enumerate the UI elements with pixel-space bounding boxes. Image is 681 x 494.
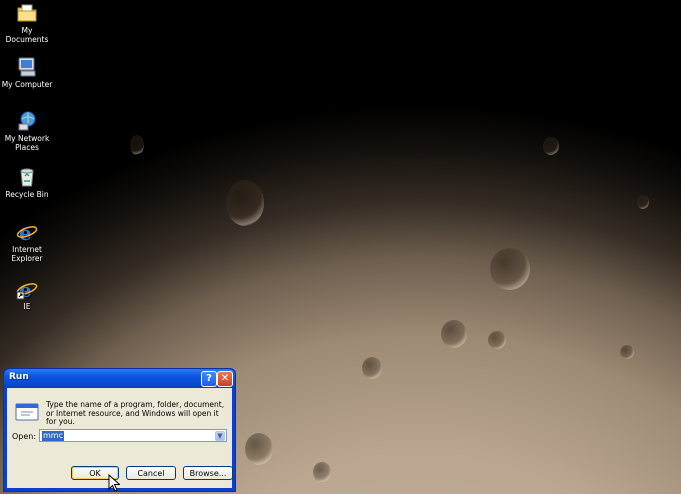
desktop-icon-label: My Documents <box>5 26 49 44</box>
network-places-icon <box>18 111 36 131</box>
open-combobox[interactable]: mmc ▼ <box>39 429 227 442</box>
desktop-icon-internet-explorer[interactable]: e Internet Explorer <box>0 221 55 263</box>
desktop-icon-label: Places <box>15 143 39 152</box>
run-program-icon <box>15 403 39 421</box>
cancel-button[interactable]: Cancel <box>126 466 176 480</box>
run-dialog-body: Type the name of a program, folder, docu… <box>7 388 233 488</box>
ie-shortcut-icon: e <box>16 278 38 300</box>
svg-text:e: e <box>19 221 32 243</box>
desktop-icon-my-computer[interactable]: My Computer <box>0 56 55 89</box>
recycle-bin-icon <box>20 168 34 187</box>
folder-documents-icon <box>17 4 37 22</box>
close-button[interactable]: ✕ <box>217 371 233 387</box>
desktop-icon-label: IE <box>23 302 31 311</box>
run-dialog-title: Run <box>9 372 29 382</box>
run-dialog-title-bar[interactable]: Run ? ✕ <box>4 369 235 388</box>
browse-button[interactable]: Browse... <box>183 466 233 480</box>
computer-icon <box>18 57 36 77</box>
mouse-pointer-icon <box>108 474 120 492</box>
desktop-icon-recycle-bin[interactable]: Recycle Bin <box>0 166 55 199</box>
desktop-icon-label: Internet <box>12 245 42 254</box>
desktop-icon-label: My Computer <box>1 80 53 89</box>
desktop-icon-ie[interactable]: e IE <box>0 278 55 311</box>
open-label: Open: <box>12 432 37 441</box>
desktop-icon-label: My Network <box>4 134 50 143</box>
desktop-icon-label: Recycle Bin <box>5 190 49 199</box>
internet-explorer-icon: e <box>16 221 38 243</box>
desktop-icon-label: Explorer <box>11 254 43 263</box>
chevron-down-icon[interactable]: ▼ <box>215 431 225 441</box>
desktop-icon-my-documents[interactable]: My Documents <box>0 2 55 44</box>
desktop-icon-my-network-places[interactable]: My Network Places <box>0 110 55 152</box>
help-button[interactable]: ? <box>201 371 217 387</box>
run-dialog-description: Type the name of a program, folder, docu… <box>46 400 225 426</box>
open-input-value[interactable]: mmc <box>42 431 64 441</box>
